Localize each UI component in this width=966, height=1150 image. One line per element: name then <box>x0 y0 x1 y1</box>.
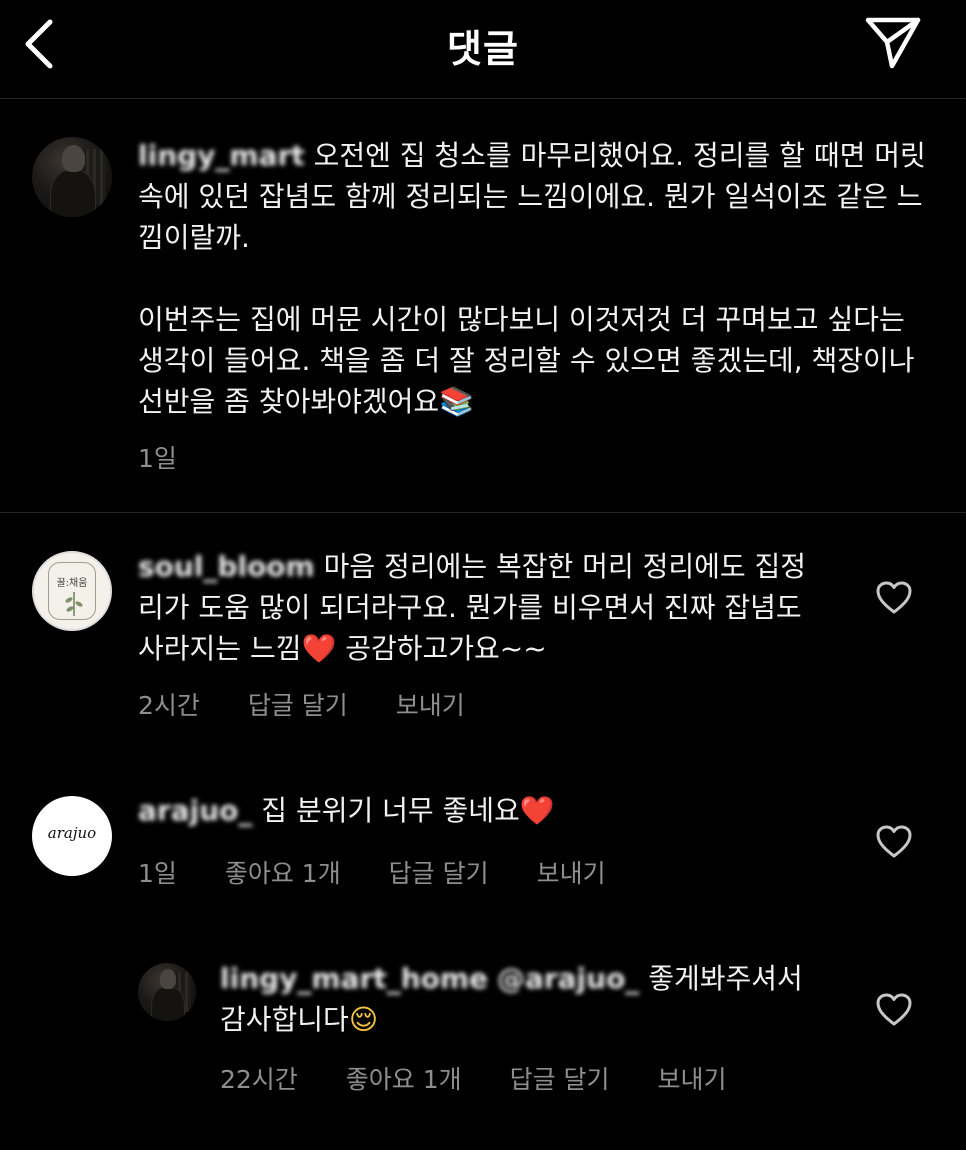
avatar[interactable]: 꿀:채움 <box>32 551 112 631</box>
avatar[interactable]: arajuo <box>32 796 112 876</box>
likes-count[interactable]: 좋아요 1개 <box>346 1065 462 1094</box>
header-bar: 댓글 <box>0 0 966 99</box>
caption-text: lingy_mart 오전엔 집 청소를 마무리했어요. 정리를 할 때면 머릿… <box>138 135 928 422</box>
share-button[interactable] <box>862 14 924 72</box>
comment-time: 1일 <box>138 859 177 888</box>
avatar[interactable] <box>138 963 196 1021</box>
comment-text: soul_bloom 마음 정리에는 복잡한 머리 정리에도 집정리가 도움 많… <box>138 546 828 669</box>
comment-username[interactable]: soul_bloom <box>138 550 315 583</box>
reply-button[interactable]: 답글 달기 <box>510 1065 610 1094</box>
relieved-face-emoji: 😌 <box>348 1003 379 1036</box>
comment-username[interactable]: arajuo_ <box>138 794 252 827</box>
page-title: 댓글 <box>447 27 519 71</box>
caption-meta: 1일 <box>138 439 217 475</box>
comment-time: 2시간 <box>138 691 200 720</box>
likes-count[interactable]: 좋아요 1개 <box>225 859 341 888</box>
reply-button[interactable]: 답글 달기 <box>389 859 489 888</box>
paper-plane-icon <box>865 17 921 69</box>
heart-outline-icon <box>876 825 912 858</box>
send-button[interactable]: 보내기 <box>396 691 465 720</box>
caption-time: 1일 <box>138 444 177 473</box>
heart-emoji: ❤️ <box>301 632 337 665</box>
post-caption: lingy_mart 오전엔 집 청소를 마무리했어요. 정리를 할 때면 머릿… <box>0 99 966 513</box>
comment-meta: 2시간 답글 달기 보내기 <box>138 686 505 722</box>
comment-text: lingy_mart_home @arajuo_ 좋게봐주셔서 감사합니다😌 <box>220 958 830 1040</box>
comment-body-tail: 공감하고가요~~ <box>336 632 547 665</box>
send-button[interactable]: 보내기 <box>657 1065 726 1094</box>
mention-link[interactable]: @arajuo_ <box>497 962 639 995</box>
caption-username[interactable]: lingy_mart <box>138 139 305 172</box>
comment-meta: 1일 좋아요 1개 답글 달기 보내기 <box>138 854 646 890</box>
avatar-brand-text: arajuo <box>47 824 97 842</box>
caption-paragraph-2: 이번주는 집에 머문 시간이 많다보니 이것저것 더 꾸며보고 싶다는 생각이 … <box>138 303 924 418</box>
like-button[interactable] <box>874 578 914 618</box>
avatar[interactable] <box>32 137 112 217</box>
comment-meta: 22시간 좋아요 1개 답글 달기 보내기 <box>220 1060 767 1096</box>
heart-outline-icon <box>876 581 912 614</box>
heart-outline-icon <box>876 993 912 1026</box>
leaf-icon <box>65 591 83 616</box>
heart-emoji: ❤️ <box>519 794 555 827</box>
send-button[interactable]: 보내기 <box>537 859 606 888</box>
comment-username[interactable]: lingy_mart_home <box>220 962 488 995</box>
comment-text: arajuo_ 집 분위기 너무 좋네요❤️ <box>138 790 828 831</box>
comment-time: 22시간 <box>220 1065 298 1094</box>
reply-button[interactable]: 답글 달기 <box>248 691 348 720</box>
comment-body: 집 분위기 너무 좋네요 <box>261 794 520 827</box>
like-button[interactable] <box>874 822 914 862</box>
books-emoji: 📚 <box>439 385 475 418</box>
like-button[interactable] <box>874 990 914 1030</box>
